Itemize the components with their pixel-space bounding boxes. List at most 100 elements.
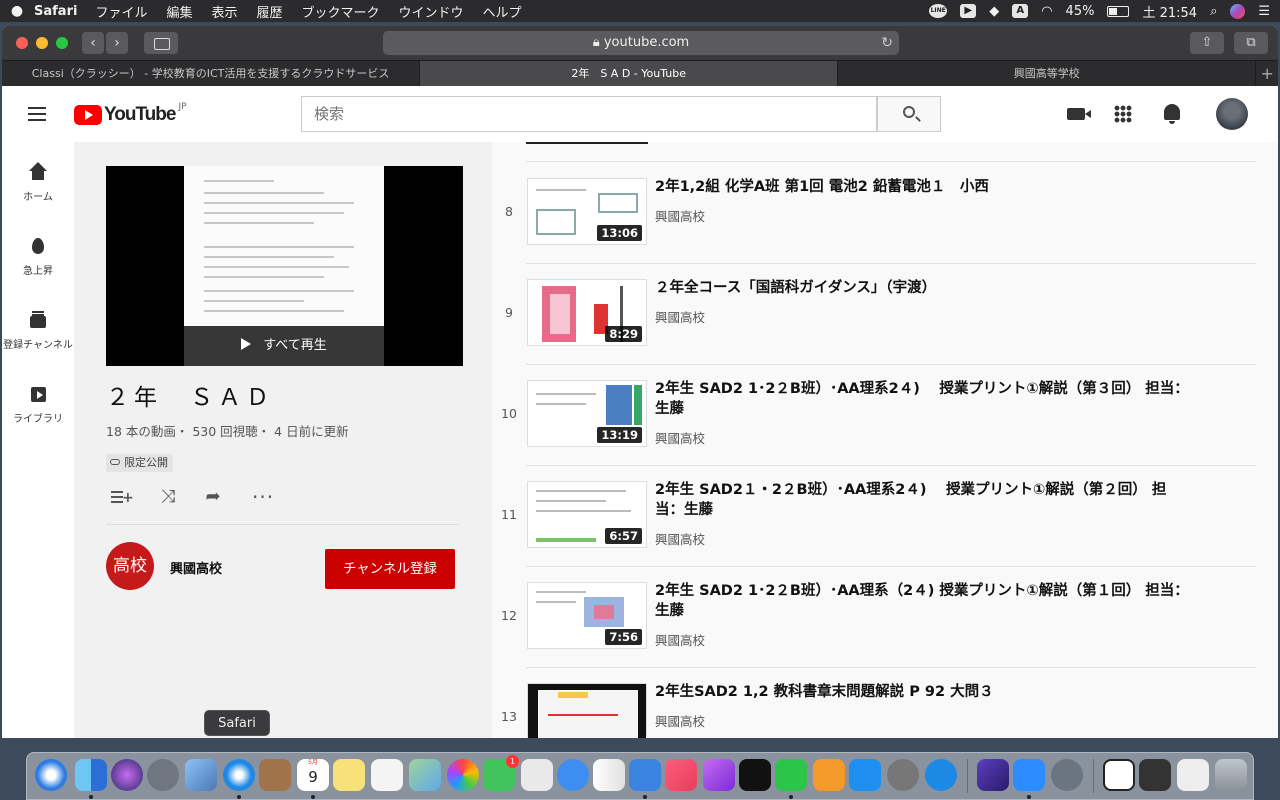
video-thumbnail[interactable]: 13:06 [527,178,647,245]
playlist-thumbnail[interactable]: すべて再生 [106,166,463,366]
wifi-icon[interactable]: ◠ [1041,4,1052,19]
tv-icon[interactable] [739,759,771,791]
tab-overview-icon[interactable]: ⧉ [1234,32,1268,54]
video-title[interactable]: 2年生SAD2 1,2 教科書章末問題解説 P 92 大問３ [655,682,1195,702]
siri-dock-icon[interactable] [111,759,143,791]
more-actions-icon[interactable]: ··· [252,487,274,510]
channel-name[interactable]: 興國高校 [170,558,222,577]
numbers-icon[interactable] [593,759,625,791]
books-icon[interactable] [813,759,845,791]
play-all-button[interactable]: すべて再生 [184,326,384,366]
siri-icon[interactable] [1230,3,1246,19]
account-avatar[interactable] [1216,98,1248,130]
battery-icon[interactable] [1107,5,1130,17]
messages-icon[interactable] [557,759,589,791]
search-input[interactable] [301,96,877,132]
app-store-icon[interactable] [849,759,881,791]
playlist-video-row[interactable]: 13 2年生SAD2 1,2 教科書章末問題解説 P 92 大問３ 興國高校 [492,683,1278,738]
contacts-icon[interactable] [259,759,291,791]
menu-help[interactable]: ヘルプ [483,2,522,21]
video-channel[interactable]: 興國高校 [655,307,705,326]
video-title[interactable]: 2年生 SAD2１・2２B班）･AA理系2４) 授業プリント①解説（第２回） 担… [655,480,1195,520]
calendar-icon[interactable]: 5月 9 [297,759,329,791]
finder-icon[interactable] [75,759,107,791]
quicktime-icon[interactable] [1051,759,1083,791]
create-video-icon[interactable] [1067,108,1091,120]
share-icon[interactable]: ⇧ [1190,32,1224,54]
guide-item-library[interactable]: ライブラリ [2,384,74,425]
new-tab-button[interactable]: + [1256,61,1278,86]
video-thumbnail[interactable]: 7:56 [527,582,647,649]
tab-youtube[interactable]: 2年 S A D - YouTube [420,61,839,86]
dropbox-status-icon[interactable]: ◆ [989,4,999,19]
menu-bookmarks[interactable]: ブックマーク [302,2,380,21]
apple-menu-icon[interactable]: ● [0,3,34,19]
video-title[interactable]: 2年生 SAD2 1･2２B班）･AA理系（2４) 授業プリント①解説（第１回）… [655,581,1195,621]
maps-icon[interactable] [409,759,441,791]
facetime-icon[interactable]: 1 [483,755,519,791]
input-source-icon[interactable]: A [1012,4,1029,18]
zoom-icon[interactable] [1013,759,1045,791]
video-thumbnail[interactable]: 8:29 [527,279,647,346]
address-bar[interactable]: 🔒︎ youtube.com ↻ [383,31,899,55]
textedit-icon[interactable] [521,759,553,791]
menu-icon[interactable] [28,107,46,125]
menu-history[interactable]: 履歴 [256,2,282,21]
safari-dock-icon[interactable] [35,759,67,791]
skype-icon[interactable] [925,759,957,791]
fullscreen-window-button[interactable] [56,37,68,49]
menu-edit[interactable]: 編集 [166,2,192,21]
tab-classi[interactable]: Classi（クラッシー） - 学校教育のICT活用を支援するクラウドサービス [2,61,421,86]
trash-icon[interactable] [1215,759,1247,791]
video-channel[interactable]: 興國高校 [655,711,705,730]
guide-item-subscriptions[interactable]: 登録チャンネル [2,310,74,351]
menu-window[interactable]: ウインドウ [399,2,464,21]
line-status-icon[interactable]: LINE [929,4,948,18]
forward-button[interactable]: › [106,32,128,54]
notes-icon[interactable] [333,759,365,791]
close-window-button[interactable] [16,37,28,49]
video-thumbnail[interactable] [527,683,647,738]
video-thumbnail[interactable]: 13:19 [527,380,647,447]
video-title[interactable]: ２年全コース「国語科ガイダンス」（宇渡） [655,278,1195,298]
podcasts-icon[interactable] [703,759,735,791]
channel-avatar[interactable]: 高校 [106,542,154,590]
imovie-icon[interactable] [977,759,1009,791]
subscribe-button[interactable]: チャンネル登録 [325,549,455,589]
guide-item-home[interactable]: ホーム [2,162,74,203]
zoom-status-icon[interactable]: ▶ [960,4,977,18]
shuffle-icon[interactable]: ⤨ [157,487,179,507]
clock[interactable]: 土 21:54 [1142,2,1197,21]
notification-center-icon[interactable]: ☰ [1258,4,1270,19]
menu-file[interactable]: ファイル [95,2,147,21]
minimize-window-button[interactable] [36,37,48,49]
video-channel[interactable]: 興國高校 [655,206,705,225]
search-button[interactable] [877,96,941,132]
launchpad-icon[interactable] [147,759,179,791]
back-button[interactable]: ‹ [82,32,104,54]
line-icon[interactable] [775,759,807,791]
mail-icon[interactable] [185,759,217,791]
reload-icon[interactable]: ↻ [881,31,893,55]
share-playlist-icon[interactable]: ➦ [202,487,224,507]
menu-app-name[interactable]: Safari [34,4,77,19]
video-channel[interactable]: 興國高校 [655,529,705,548]
music-icon[interactable] [665,759,697,791]
guide-item-trending[interactable]: 急上昇 [2,236,74,277]
photos-icon[interactable] [447,759,479,791]
video-title[interactable]: 2年生 SAD2 1･2２B班）･AA理系2４) 授業プリント①解説（第３回） … [655,379,1195,419]
video-channel[interactable]: 興國高校 [655,428,705,447]
keynote-icon[interactable] [629,759,661,791]
video-thumbnail[interactable]: 6:57 [527,481,647,548]
qr-code-icon[interactable] [1103,759,1135,791]
notifications-icon[interactable] [1164,104,1180,124]
document-icon[interactable] [1177,759,1209,791]
youtube-logo[interactable]: YouTube JP [74,102,187,126]
spotlight-icon[interactable]: ⌕ [1210,4,1217,19]
video-channel[interactable]: 興國高校 [655,630,705,649]
add-to-queue-icon[interactable] [109,487,134,507]
reminders-icon[interactable] [371,759,403,791]
sidebar-toggle-icon[interactable] [144,32,178,54]
tab-kokoku[interactable]: 興國高等学校 [838,61,1257,86]
video-title[interactable]: 2年1,2組 化学A班 第1回 電池2 鉛蓄電池１ 小西 [655,177,1195,197]
